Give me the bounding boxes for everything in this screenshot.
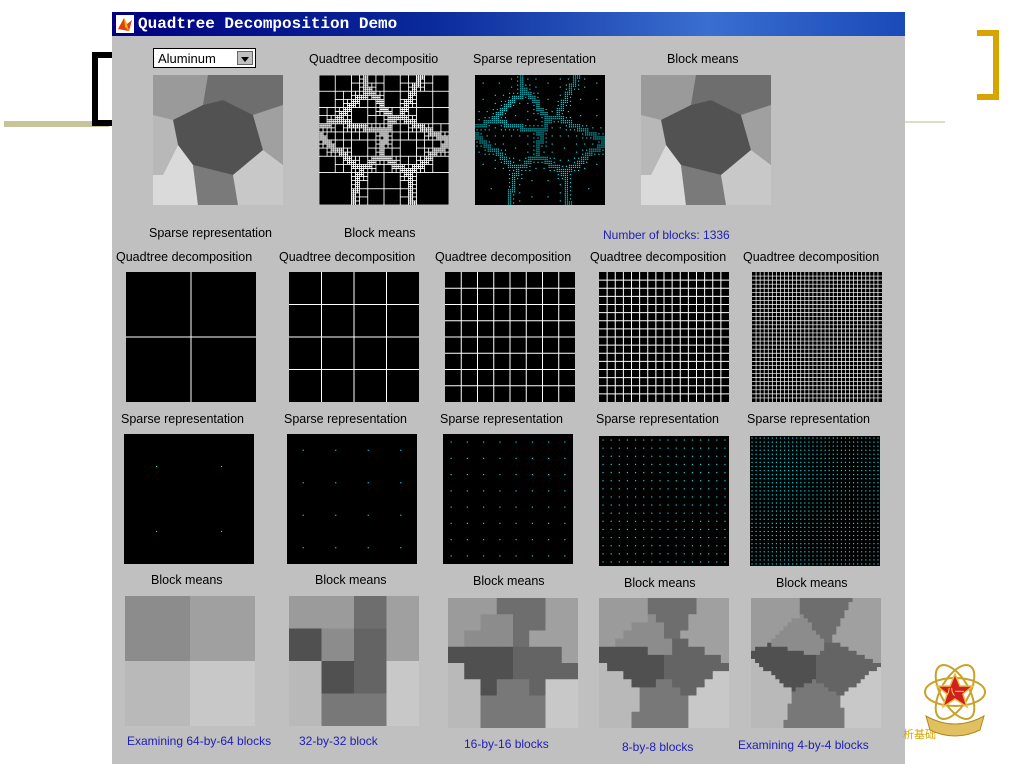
- top-quadtree-label: Quadtree decompositio: [309, 52, 439, 66]
- caption-4: Examining 4-by-4 blocks: [738, 738, 869, 752]
- top-quadtree-image: [319, 75, 449, 205]
- means-4-image: [751, 598, 881, 728]
- svg-text:八一: 八一: [945, 687, 964, 697]
- title-bar[interactable]: Quadtree Decomposition Demo: [112, 12, 905, 36]
- slide-bracket-left: [92, 52, 112, 126]
- quadtree-16-image: [445, 272, 575, 402]
- means-label-3: Block means: [473, 574, 545, 588]
- means-label-5: Block means: [776, 576, 848, 590]
- top-sparse-caption: Sparse representation: [149, 226, 272, 240]
- means-label-2: Block means: [315, 573, 387, 587]
- top-means-label: Block means: [667, 52, 739, 66]
- means-label-1: Block means: [151, 573, 223, 587]
- quadtree-label-2: Quadtree decomposition: [279, 250, 416, 264]
- slide-bracket-right: [977, 30, 999, 100]
- quadtree-label-4: Quadtree decomposition: [590, 250, 727, 264]
- top-sparse-image: [475, 75, 605, 205]
- sparse-4-image: [750, 436, 880, 566]
- sparse-label-3: Sparse representation: [440, 412, 563, 426]
- original-image: [153, 75, 283, 205]
- army-emblem-icon: 八一: [924, 664, 986, 737]
- means-label-4: Block means: [624, 576, 696, 590]
- caption-8: 8-by-8 blocks: [622, 740, 694, 754]
- block-count-text: Number of blocks: 1336: [603, 228, 730, 242]
- image-select-value: Aluminum: [158, 51, 216, 66]
- quadtree-64-image: [126, 272, 256, 402]
- sparse-16-image: [443, 434, 573, 564]
- top-sparse-label: Sparse representation: [473, 52, 596, 66]
- window-title: Quadtree Decomposition Demo: [138, 15, 398, 33]
- means-8-image: [599, 598, 729, 728]
- sparse-label-5: Sparse representation: [747, 412, 870, 426]
- sparse-8-image: [599, 436, 729, 566]
- quadtree-label-3: Quadtree decomposition: [435, 250, 572, 264]
- sparse-label-4: Sparse representation: [596, 412, 719, 426]
- means-64-image: [125, 596, 255, 726]
- sparse-label-2: Sparse representation: [284, 412, 407, 426]
- sparse-32-image: [287, 434, 417, 564]
- caption-32: 32-by-32 block: [299, 734, 378, 748]
- sparse-64-image: [124, 434, 254, 564]
- quadtree-4-image: [752, 272, 882, 402]
- means-16-image: [448, 598, 578, 728]
- caption-16: 16-by-16 blocks: [464, 737, 549, 751]
- top-means-caption: Block means: [344, 226, 416, 240]
- means-32-image: [289, 596, 419, 726]
- quadtree-label-5: Quadtree decomposition: [743, 250, 880, 264]
- top-means-image: [641, 75, 771, 205]
- matlab-icon: [116, 15, 134, 33]
- dropdown-arrow-icon[interactable]: [237, 51, 253, 65]
- caption-64: Examining 64-by-64 blocks: [127, 734, 272, 748]
- slide-underline-right: [905, 121, 945, 123]
- quadtree-label-1: Quadtree decomposition: [116, 250, 253, 264]
- quadtree-8-image: [599, 272, 729, 402]
- image-select[interactable]: Aluminum: [153, 48, 256, 68]
- sparse-label-1: Sparse representation: [121, 412, 244, 426]
- demo-window: Quadtree Decomposition Demo Aluminum Qua…: [112, 12, 905, 764]
- quadtree-32-image: [289, 272, 419, 402]
